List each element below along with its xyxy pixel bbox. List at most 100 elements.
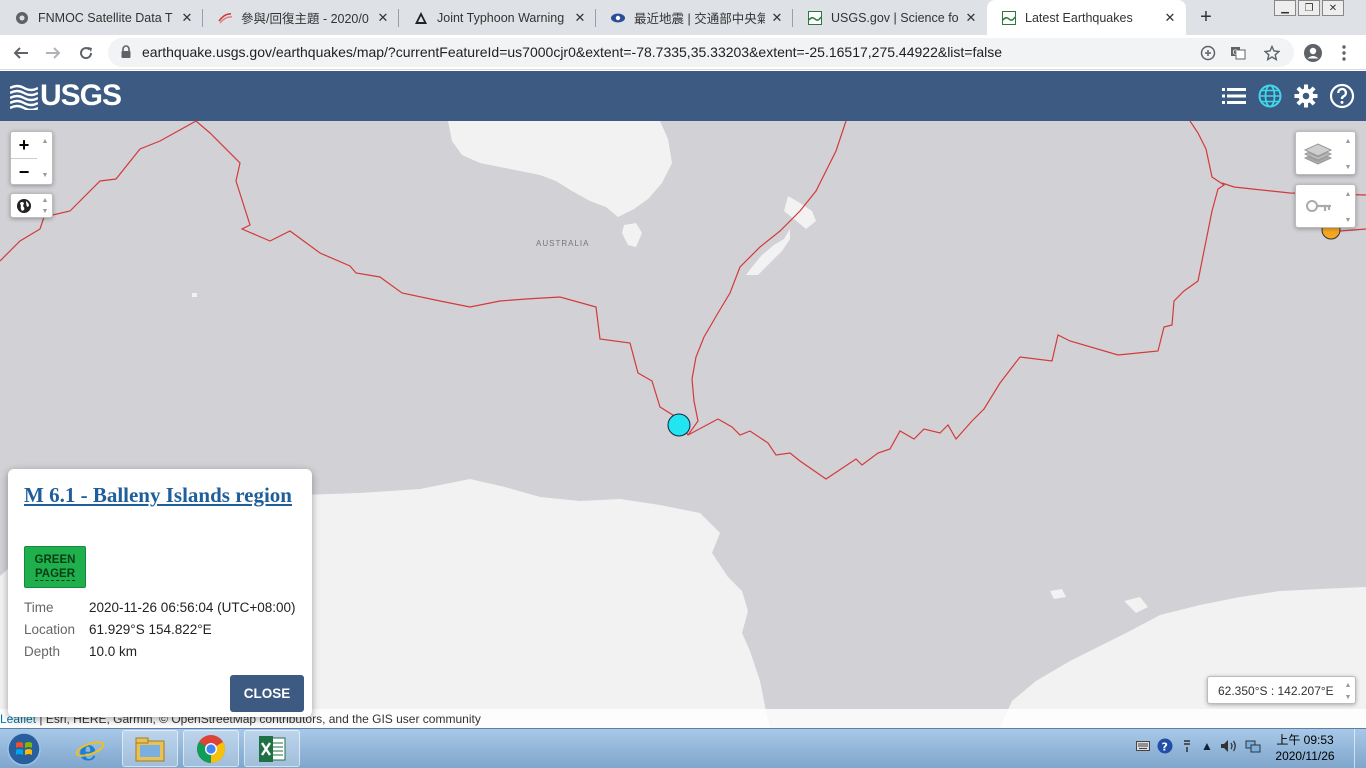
- scroll-down-icon[interactable]: ▼: [1343, 215, 1353, 225]
- tab-fnmoc[interactable]: FNMOC Satellite Data T ✕: [0, 0, 203, 35]
- file-explorer-icon[interactable]: [122, 730, 178, 767]
- zoom-plus-icon[interactable]: [1198, 43, 1218, 63]
- volume-icon[interactable]: [1220, 737, 1238, 755]
- network-icon[interactable]: [1244, 737, 1262, 755]
- pager-label: PAGER: [34, 568, 76, 581]
- browser-tab-strip: FNMOC Satellite Data T ✕ 參與/回復主題 - 2020/…: [0, 0, 1366, 35]
- australia-landmass: [448, 121, 672, 217]
- scroll-down-icon[interactable]: ▼: [40, 170, 50, 180]
- settings-gear-icon[interactable]: [1293, 83, 1319, 109]
- tab-usgs-gov[interactable]: USGS.gov | Science for ✕: [793, 0, 987, 35]
- scroll-up-icon[interactable]: ▲: [1343, 189, 1353, 199]
- scroll-down-icon[interactable]: ▼: [1343, 162, 1353, 172]
- show-desktop-button[interactable]: [1354, 729, 1366, 768]
- help-icon[interactable]: [1329, 83, 1355, 109]
- selected-earthquake-marker: [667, 413, 691, 437]
- layers-control[interactable]: ▲ ▼: [1295, 131, 1356, 175]
- zoom-out-button[interactable]: −: [11, 159, 37, 185]
- forward-arrow-icon[interactable]: [40, 40, 66, 66]
- triangle-warning-icon: [413, 10, 429, 26]
- minimize-icon[interactable]: ▁: [1274, 0, 1296, 16]
- detail-value-time: 2020-11-26 06:56:04 (UTC+08:00): [89, 600, 296, 615]
- restore-icon[interactable]: ❐: [1298, 0, 1320, 16]
- detail-value-location: 61.929°S 154.822°E: [89, 622, 212, 637]
- tab-cwb[interactable]: 最近地震 | 交通部中央氣 ✕: [596, 0, 793, 35]
- window-close-icon[interactable]: ✕: [1322, 0, 1344, 16]
- close-tab-icon[interactable]: ✕: [769, 10, 785, 26]
- scroll-up-icon[interactable]: ▲: [40, 136, 50, 146]
- internet-explorer-icon[interactable]: e: [62, 730, 118, 767]
- clock-date: 2020/11/26: [1275, 749, 1335, 763]
- translate-icon[interactable]: G: [1228, 43, 1248, 63]
- zoom-control: + − ▲ ▼: [10, 131, 53, 185]
- tab-latest-earthquakes[interactable]: Latest Earthquakes ✕: [987, 0, 1186, 35]
- usgs-logo[interactable]: USGS: [10, 79, 122, 112]
- window-controls: ▁ ❐ ✕: [1272, 0, 1344, 17]
- browser-toolbar: earthquake.usgs.gov/earthquakes/map/?cur…: [0, 35, 1366, 70]
- screen: FNMOC Satellite Data T ✕ 參與/回復主題 - 2020/…: [0, 0, 1366, 768]
- close-button[interactable]: CLOSE: [230, 675, 304, 712]
- svg-text:G: G: [1233, 49, 1238, 57]
- tab-jtwc[interactable]: Joint Typhoon Warning ✕: [399, 0, 596, 35]
- back-arrow-icon[interactable]: [8, 40, 34, 66]
- antarctica-coast-islands: [1050, 589, 1148, 613]
- address-bar[interactable]: earthquake.usgs.gov/earthquakes/map/?cur…: [108, 38, 1294, 67]
- scroll-down-icon[interactable]: ▼: [1343, 692, 1353, 702]
- svg-text:e: e: [79, 734, 97, 764]
- close-tab-icon[interactable]: ✕: [572, 10, 588, 26]
- mouse-coordinates: 62.350°S : 142.207°E ▲ ▼: [1207, 676, 1356, 704]
- zoom-in-button[interactable]: +: [11, 132, 37, 158]
- system-clock[interactable]: 上午 09:53 2020/11/26: [1268, 732, 1342, 764]
- detail-label-depth: Depth: [24, 644, 61, 659]
- projection-control[interactable]: ▲ ▼: [10, 193, 53, 218]
- coordinates-text: 62.350°S : 142.207°E: [1218, 684, 1334, 698]
- start-button-icon[interactable]: [4, 731, 44, 767]
- swirl-icon: [217, 10, 233, 26]
- clock-time: 上午 09:53: [1276, 733, 1334, 747]
- pager-level: GREEN: [34, 554, 76, 566]
- detail-label-location: Location: [24, 622, 76, 637]
- usgs-logo-text: USGS: [40, 79, 122, 112]
- tab-title: USGS.gov | Science for: [831, 10, 959, 25]
- keyboard-icon[interactable]: [1134, 737, 1152, 755]
- bookmark-star-icon[interactable]: [1262, 43, 1282, 63]
- list-icon[interactable]: [1221, 83, 1247, 109]
- usgs-header: USGS: [0, 71, 1366, 121]
- scroll-down-icon[interactable]: ▼: [40, 206, 50, 216]
- show-hidden-icons-arrow[interactable]: ▲: [1198, 737, 1216, 755]
- tab-title: Latest Earthquakes: [1025, 10, 1133, 25]
- excel-icon[interactable]: [244, 730, 300, 767]
- antarctica-east: [1000, 587, 1366, 728]
- usgs-icon: [807, 10, 823, 26]
- detail-value-depth: 10.0 km: [89, 644, 138, 659]
- url-text[interactable]: earthquake.usgs.gov/earthquakes/map/?cur…: [142, 44, 1002, 60]
- tray-menu-icon[interactable]: [1178, 737, 1196, 755]
- pager-badge[interactable]: GREEN PAGER: [24, 546, 86, 588]
- plate-boundary-pacific-antarctic: [717, 121, 1226, 480]
- layers-icon: [1303, 140, 1333, 171]
- scroll-up-icon[interactable]: ▲: [1343, 680, 1353, 690]
- scroll-up-icon[interactable]: ▲: [40, 195, 50, 205]
- scroll-up-icon[interactable]: ▲: [1343, 136, 1353, 146]
- tab-forum[interactable]: 參與/回復主題 - 2020/0 ✕: [203, 0, 399, 35]
- tab-title: 最近地震 | 交通部中央氣: [634, 12, 765, 26]
- help-tray-icon[interactable]: ?: [1156, 737, 1174, 755]
- close-tab-icon[interactable]: ✕: [963, 10, 979, 26]
- reload-icon[interactable]: [73, 40, 99, 66]
- close-tab-icon[interactable]: ✕: [179, 10, 195, 26]
- chrome-icon[interactable]: [183, 730, 239, 767]
- map-region-label: AUSTRALIA: [536, 239, 590, 248]
- profile-avatar-icon[interactable]: [1300, 40, 1326, 66]
- new-zealand-north: [784, 196, 816, 229]
- plate-boundary-macquarie: [687, 121, 847, 436]
- tab-title: 參與/回復主題 - 2020/0: [241, 12, 369, 26]
- map-globe-icon[interactable]: [1257, 83, 1283, 109]
- earthquake-popup: M 6.1 - Balleny Islands region GREEN PAG…: [8, 469, 312, 717]
- globe-icon: [14, 10, 30, 26]
- close-tab-icon[interactable]: ✕: [1162, 10, 1178, 26]
- earthquake-title-link[interactable]: M 6.1 - Balleny Islands region: [24, 483, 294, 508]
- close-tab-icon[interactable]: ✕: [375, 10, 391, 26]
- browser-menu-icon[interactable]: [1334, 40, 1354, 66]
- legend-key-control[interactable]: ▲ ▼: [1295, 184, 1356, 228]
- new-tab-button[interactable]: +: [1194, 4, 1218, 30]
